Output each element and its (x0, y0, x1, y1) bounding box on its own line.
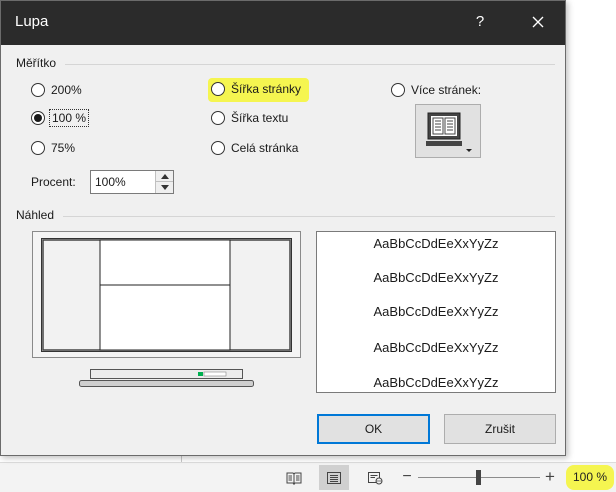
sample-text-line: AaBbCcDdEeXxYyZz (373, 340, 499, 355)
radio-200-label: 200% (51, 83, 82, 97)
sample-text-line: AaBbCcDdEeXxYyZz (373, 375, 499, 390)
read-mode-icon (286, 472, 302, 485)
zoom-percent-label[interactable]: 100 % (566, 465, 614, 490)
ok-button[interactable]: OK (317, 414, 430, 444)
radio-multiple-pages-label: Více stránek: (411, 83, 482, 97)
print-layout-button[interactable] (319, 465, 349, 490)
radio-100-label: 100 % (48, 109, 90, 127)
multiple-pages-dropdown-button[interactable] (415, 104, 481, 158)
read-mode-button[interactable] (279, 465, 309, 490)
preview-group-divider (63, 216, 555, 217)
help-button[interactable]: ? (469, 10, 491, 34)
font-sample-preview: AaBbCcDdEeXxYyZz AaBbCcDdEeXxYyZz AaBbCc… (316, 231, 556, 393)
radio-multiple-pages-circle (391, 83, 405, 97)
dialog-titlebar: Lupa ? (1, 1, 565, 45)
percent-label: Procent: (31, 175, 76, 189)
dialog-title: Lupa (15, 13, 49, 30)
radio-page-width[interactable]: Šířka stránky (211, 79, 301, 99)
zoom-in-button[interactable]: + (542, 468, 558, 486)
radio-100-circle (31, 111, 45, 125)
radio-75[interactable]: 75% (31, 138, 75, 158)
percent-value: 100% (95, 175, 126, 189)
radio-75-circle (31, 141, 45, 155)
radio-text-width-label: Šířka textu (231, 111, 289, 125)
preview-group-label: Náhled (16, 208, 55, 222)
radio-selected-dot (34, 114, 42, 122)
monitor-pages-icon (426, 112, 472, 152)
radio-whole-page-circle (211, 141, 225, 155)
radio-text-width[interactable]: Šířka textu (211, 108, 288, 128)
zoom-out-button[interactable]: − (399, 468, 415, 486)
status-bar: − + 100 % (0, 462, 616, 492)
chevron-down-icon (160, 185, 169, 190)
percent-spinbox[interactable]: 100% (90, 170, 174, 194)
zoom-slider-thumb[interactable] (476, 470, 481, 485)
close-button[interactable] (526, 10, 550, 34)
sample-text-line: AaBbCcDdEeXxYyZz (373, 304, 499, 319)
zoom-dialog: Lupa ? Měřítko 200% 100 % 75% Šířka strá… (0, 0, 566, 456)
radio-200-circle (31, 83, 45, 97)
cancel-button[interactable]: Zrušit (444, 414, 556, 444)
radio-200[interactable]: 200% (31, 80, 82, 100)
close-icon (532, 16, 544, 28)
web-layout-icon (368, 471, 383, 484)
monitor-preview (32, 231, 301, 393)
radio-page-width-circle (211, 82, 225, 96)
radio-text-width-circle (211, 111, 225, 125)
radio-100[interactable]: 100 % (31, 108, 90, 128)
print-layout-icon (327, 471, 341, 484)
monitor-preview-icon (32, 231, 301, 387)
radio-whole-page[interactable]: Celá stránka (211, 138, 298, 158)
radio-whole-page-label: Celá stránka (231, 141, 299, 155)
sample-text-line: AaBbCcDdEeXxYyZz (373, 236, 499, 251)
spin-down-button[interactable] (155, 182, 173, 193)
sample-text-line: AaBbCcDdEeXxYyZz (373, 270, 499, 285)
web-layout-button[interactable] (360, 465, 390, 490)
radio-page-width-label: Šířka stránky (231, 82, 302, 96)
scale-group-label: Měřítko (16, 56, 57, 70)
radio-multiple-pages[interactable]: Více stránek: (391, 80, 481, 100)
scale-group-divider (65, 64, 555, 65)
spin-up-button[interactable] (155, 171, 173, 182)
chevron-up-icon (160, 173, 169, 179)
radio-75-label: 75% (51, 141, 76, 155)
